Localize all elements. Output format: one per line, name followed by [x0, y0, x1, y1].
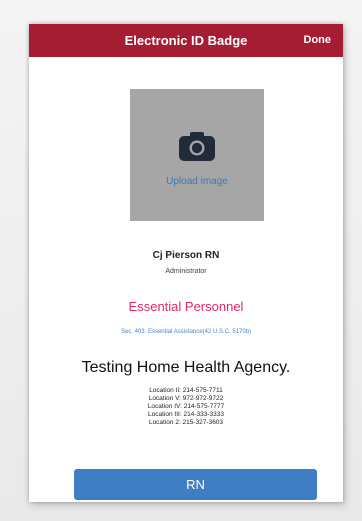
agency-name: Testing Home Health Agency. [81, 359, 291, 376]
location-list: Location II: 214-575-7711 Location V: 97… [29, 387, 343, 427]
screen: Electronic ID Badge Done Upload image Cj… [0, 0, 362, 521]
header-bar: Electronic ID Badge Done [29, 24, 343, 57]
upload-image-label: Upload image [166, 176, 228, 187]
location-item: Location V: 972-972-9722 [148, 395, 224, 402]
person-role: Administrator [165, 268, 207, 275]
location-item: Location III: 214-333-3333 [148, 411, 224, 418]
camera-icon [179, 132, 215, 161]
page-title: Electronic ID Badge [124, 33, 248, 48]
location-item: Location 2: 215-327-3603 [148, 419, 224, 426]
id-badge-card: Electronic ID Badge Done Upload image Cj… [29, 24, 343, 502]
location-item: Location II: 214-575-7711 [149, 387, 223, 394]
legal-citation: Sec. 403. Essential Assistance(42 U.S.C.… [120, 329, 252, 335]
rn-button[interactable]: RN [74, 469, 317, 500]
location-item: Location IV: 214-575-7777 [147, 403, 225, 410]
upload-image-button[interactable]: Upload image [130, 89, 264, 221]
person-name: Cj Pierson RN [152, 250, 220, 261]
essential-personnel-label: Essential Personnel [128, 299, 244, 314]
done-button[interactable]: Done [304, 24, 332, 57]
